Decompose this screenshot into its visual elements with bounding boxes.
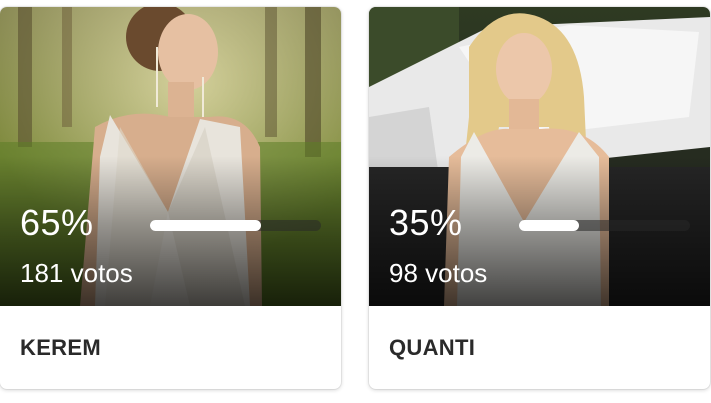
poll-option-card-quanti[interactable]: 35% 98 votos QUANTI bbox=[369, 7, 710, 389]
vote-percentage: 35% bbox=[389, 202, 463, 243]
poll-option-card-kerem[interactable]: 65% 181 votos KEREM bbox=[0, 7, 341, 389]
vote-progress-fill bbox=[519, 220, 579, 231]
vote-percentage: 65% bbox=[20, 202, 94, 243]
vote-progress-fill bbox=[150, 220, 262, 231]
option-name: QUANTI bbox=[389, 335, 476, 360]
option-name: KEREM bbox=[20, 335, 101, 360]
vote-progress-bar bbox=[150, 220, 321, 231]
vote-progress-bar bbox=[519, 220, 690, 231]
vote-count: 98 votos bbox=[389, 258, 488, 288]
vote-count: 181 votos bbox=[20, 258, 133, 288]
